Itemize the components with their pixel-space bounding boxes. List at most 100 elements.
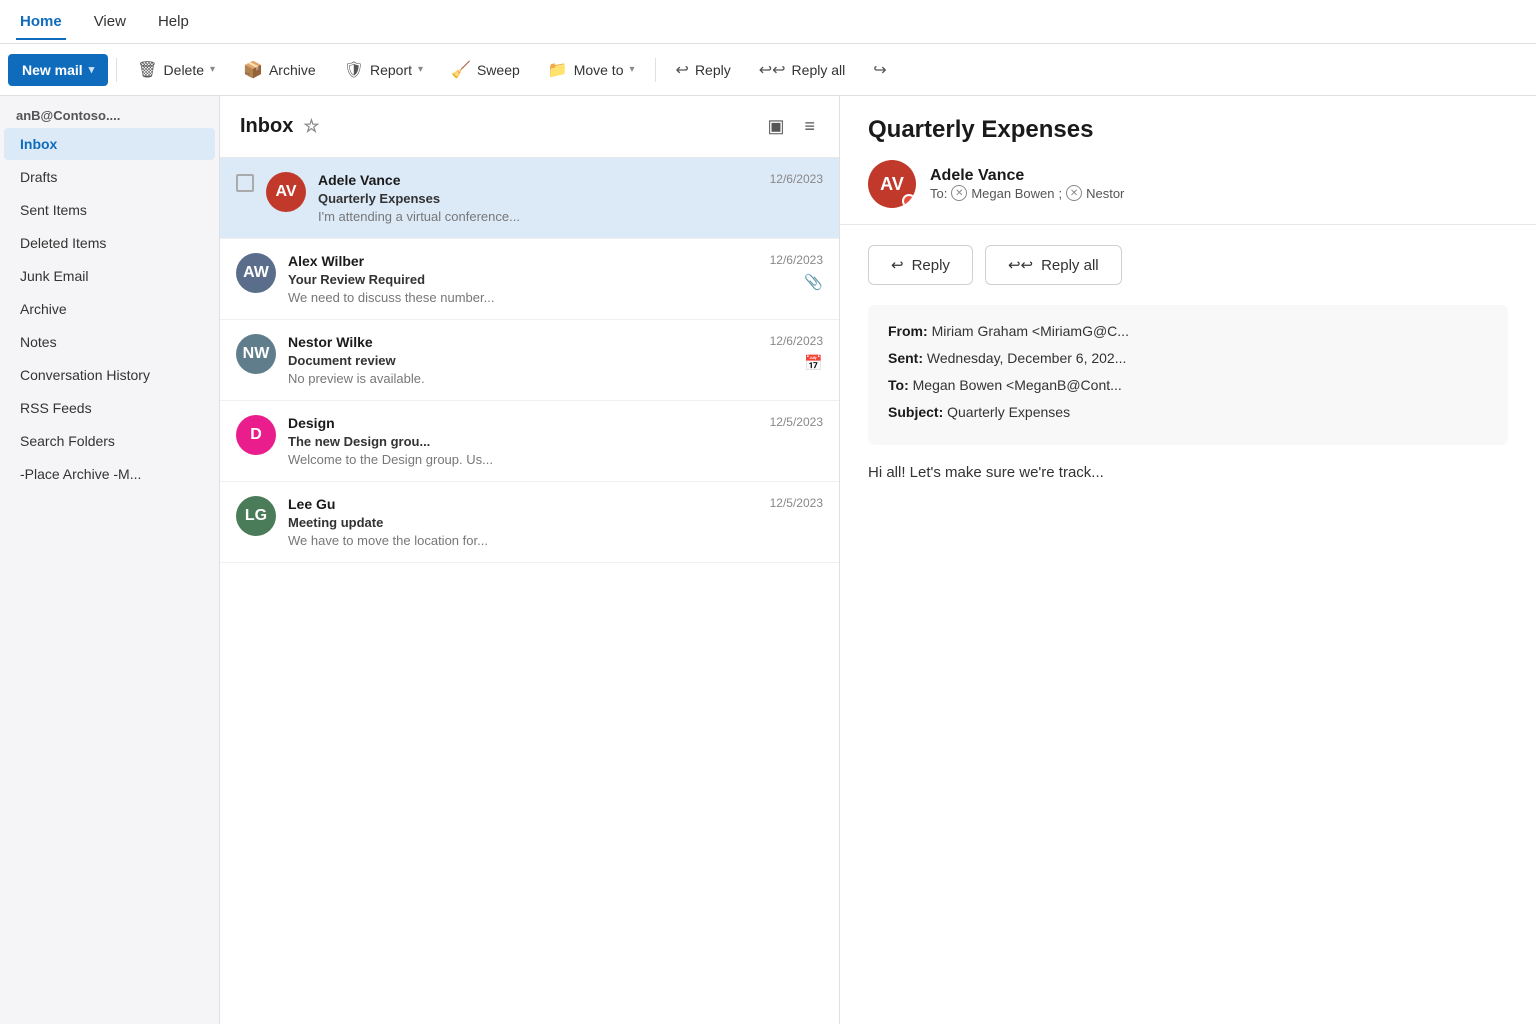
email-meta-5: 12/5/2023 [770, 496, 823, 510]
email-preview-1: I'm attending a virtual conference... [318, 209, 758, 224]
email-meta-3: 12/6/2023 📅 [770, 334, 823, 372]
from-value: Miriam Graham <MiriamG@C... [932, 323, 1129, 339]
archive-icon: 📦 [243, 60, 263, 80]
subject-value: Quarterly Expenses [947, 404, 1070, 420]
recipient-megan: ✕ Megan Bowen; [951, 185, 1062, 201]
email-list-panel: Inbox ☆ ▣ ≡ AV Adele Vance Quarterly Exp… [220, 96, 840, 1024]
inbox-star-icon[interactable]: ☆ [303, 116, 319, 137]
reading-subject: Quarterly Expenses [868, 116, 1508, 144]
sender-avatar: AV [868, 160, 916, 208]
inbox-title: Inbox ☆ [240, 115, 319, 138]
email-avatar-5: LG [236, 496, 276, 536]
sidebar-item-conversation-history[interactable]: Conversation History [4, 359, 215, 391]
email-detail-block: From: Miriam Graham <MiriamG@C... Sent: … [868, 305, 1508, 445]
email-checkbox-1[interactable] [236, 174, 254, 192]
reply-toolbar-button[interactable]: ↩ Reply [664, 54, 743, 86]
reply-all-body-icon: ↩↩ [1008, 256, 1033, 274]
recipient-x-icon-1: ✕ [951, 185, 967, 201]
email-sender-4: Design [288, 415, 758, 431]
new-mail-button[interactable]: New mail ▾ [8, 54, 108, 86]
reply-toolbar-label: Reply [695, 62, 731, 78]
subject-label: Subject: [888, 404, 943, 420]
toolbar: New mail ▾ 🗑 Delete ▾ 📦 Archive 🛡 Report… [0, 44, 1536, 96]
email-item-2[interactable]: AW Alex Wilber Your Review Required We n… [220, 239, 839, 320]
email-meta-1: 12/6/2023 [770, 172, 823, 186]
email-avatar-1: AV [266, 172, 306, 212]
email-content-4: Design The new Design grou... Welcome to… [288, 415, 758, 467]
email-meta-2: 12/6/2023 📎 [770, 253, 823, 291]
email-list-header: Inbox ☆ ▣ ≡ [220, 96, 839, 158]
sender-name: Adele Vance [930, 167, 1508, 185]
archive-button[interactable]: 📦 Archive [231, 54, 328, 86]
sender-details: Adele Vance To: ✕ Megan Bowen; ✕ Nestor [930, 167, 1508, 201]
sidebar-item-rss-feeds[interactable]: RSS Feeds [4, 392, 215, 424]
email-content-3: Nestor Wilke Document review No preview … [288, 334, 758, 386]
reply-all-toolbar-label: Reply all [792, 62, 846, 78]
reply-body-label: Reply [912, 257, 950, 274]
email-preview-3: No preview is available. [288, 371, 758, 386]
email-meta-4: 12/5/2023 [770, 415, 823, 429]
email-item-5[interactable]: LG Lee Gu Meeting update We have to move… [220, 482, 839, 563]
email-item-4[interactable]: D Design The new Design grou... Welcome … [220, 401, 839, 482]
delete-icon: 🗑 [137, 60, 157, 80]
report-button[interactable]: 🛡 Report ▾ [332, 54, 435, 86]
email-date-3: 12/6/2023 [770, 334, 823, 348]
from-row: From: Miriam Graham <MiriamG@C... [888, 321, 1488, 342]
sidebar-item-drafts[interactable]: Drafts [4, 161, 215, 193]
forward-toolbar-icon: ↪ [873, 60, 886, 80]
email-date-4: 12/5/2023 [770, 415, 823, 429]
reply-body-icon: ↩ [891, 256, 904, 274]
new-mail-chevron-icon: ▾ [89, 63, 95, 76]
sent-value: Wednesday, December 6, 202... [927, 350, 1126, 366]
recipient-megan-name: Megan Bowen [971, 186, 1054, 201]
reading-pane: Quarterly Expenses AV Adele Vance To: ✕ … [840, 96, 1536, 1024]
email-date-1: 12/6/2023 [770, 172, 823, 186]
delete-button[interactable]: 🗑 Delete ▾ [125, 54, 227, 86]
email-avatar-4: D [236, 415, 276, 455]
sidebar-item-junk-email[interactable]: Junk Email [4, 260, 215, 292]
sidebar-item-notes[interactable]: Notes [4, 326, 215, 358]
account-label: anB@Contoso.... [0, 104, 219, 127]
email-subject-5: Meeting update [288, 515, 758, 530]
reading-body: ↩ Reply ↩↩ Reply all From: Miriam Graham… [840, 225, 1536, 1024]
email-date-2: 12/6/2023 [770, 253, 823, 267]
to-row: To: Megan Bowen <MeganB@Cont... [888, 375, 1488, 396]
email-item-3[interactable]: NW Nestor Wilke Document review No previ… [220, 320, 839, 401]
detail-to-label: To: [888, 377, 909, 393]
attachment-icon: 📎 [804, 273, 823, 291]
sidebar: anB@Contoso.... Inbox Drafts Sent Items … [0, 96, 220, 1024]
sweep-button[interactable]: 🧹 Sweep [439, 54, 532, 86]
sidebar-item-search-folders[interactable]: Search Folders [4, 425, 215, 457]
select-all-button[interactable]: ▣ [763, 112, 788, 141]
move-to-button[interactable]: 📁 Move to ▾ [536, 54, 647, 86]
menu-help[interactable]: Help [154, 3, 193, 40]
sidebar-item-place-archive[interactable]: -Place Archive -M... [4, 458, 215, 490]
sweep-label: Sweep [477, 62, 520, 78]
sidebar-item-deleted-items[interactable]: Deleted Items [4, 227, 215, 259]
sidebar-item-archive[interactable]: Archive [4, 293, 215, 325]
email-sender-1: Adele Vance [318, 172, 758, 188]
reply-body-button[interactable]: ↩ Reply [868, 245, 973, 285]
inbox-title-text: Inbox [240, 115, 293, 138]
email-item-1[interactable]: AV Adele Vance Quarterly Expenses I'm at… [220, 158, 839, 239]
sidebar-item-sent-items[interactable]: Sent Items [4, 194, 215, 226]
email-content-2: Alex Wilber Your Review Required We need… [288, 253, 758, 305]
forward-toolbar-button[interactable]: ↪ [861, 54, 898, 86]
email-date-5: 12/5/2023 [770, 496, 823, 510]
sweep-icon: 🧹 [451, 60, 471, 80]
sender-to: To: ✕ Megan Bowen; ✕ Nestor [930, 185, 1508, 201]
sidebar-item-inbox[interactable]: Inbox [4, 128, 215, 160]
menu-bar: Home View Help [0, 0, 1536, 44]
email-subject-3: Document review [288, 353, 758, 368]
calendar-icon: 📅 [804, 354, 823, 372]
filter-button[interactable]: ≡ [800, 112, 819, 141]
email-subject-2: Your Review Required [288, 272, 758, 287]
reply-all-toolbar-button[interactable]: ↩↩ Reply all [747, 54, 858, 86]
reply-all-body-button[interactable]: ↩↩ Reply all [985, 245, 1122, 285]
subject-row: Subject: Quarterly Expenses [888, 402, 1488, 423]
presence-indicator [902, 194, 916, 208]
menu-view[interactable]: View [90, 3, 130, 40]
email-subject-1: Quarterly Expenses [318, 191, 758, 206]
toolbar-divider-2 [655, 58, 656, 82]
menu-home[interactable]: Home [16, 3, 66, 40]
